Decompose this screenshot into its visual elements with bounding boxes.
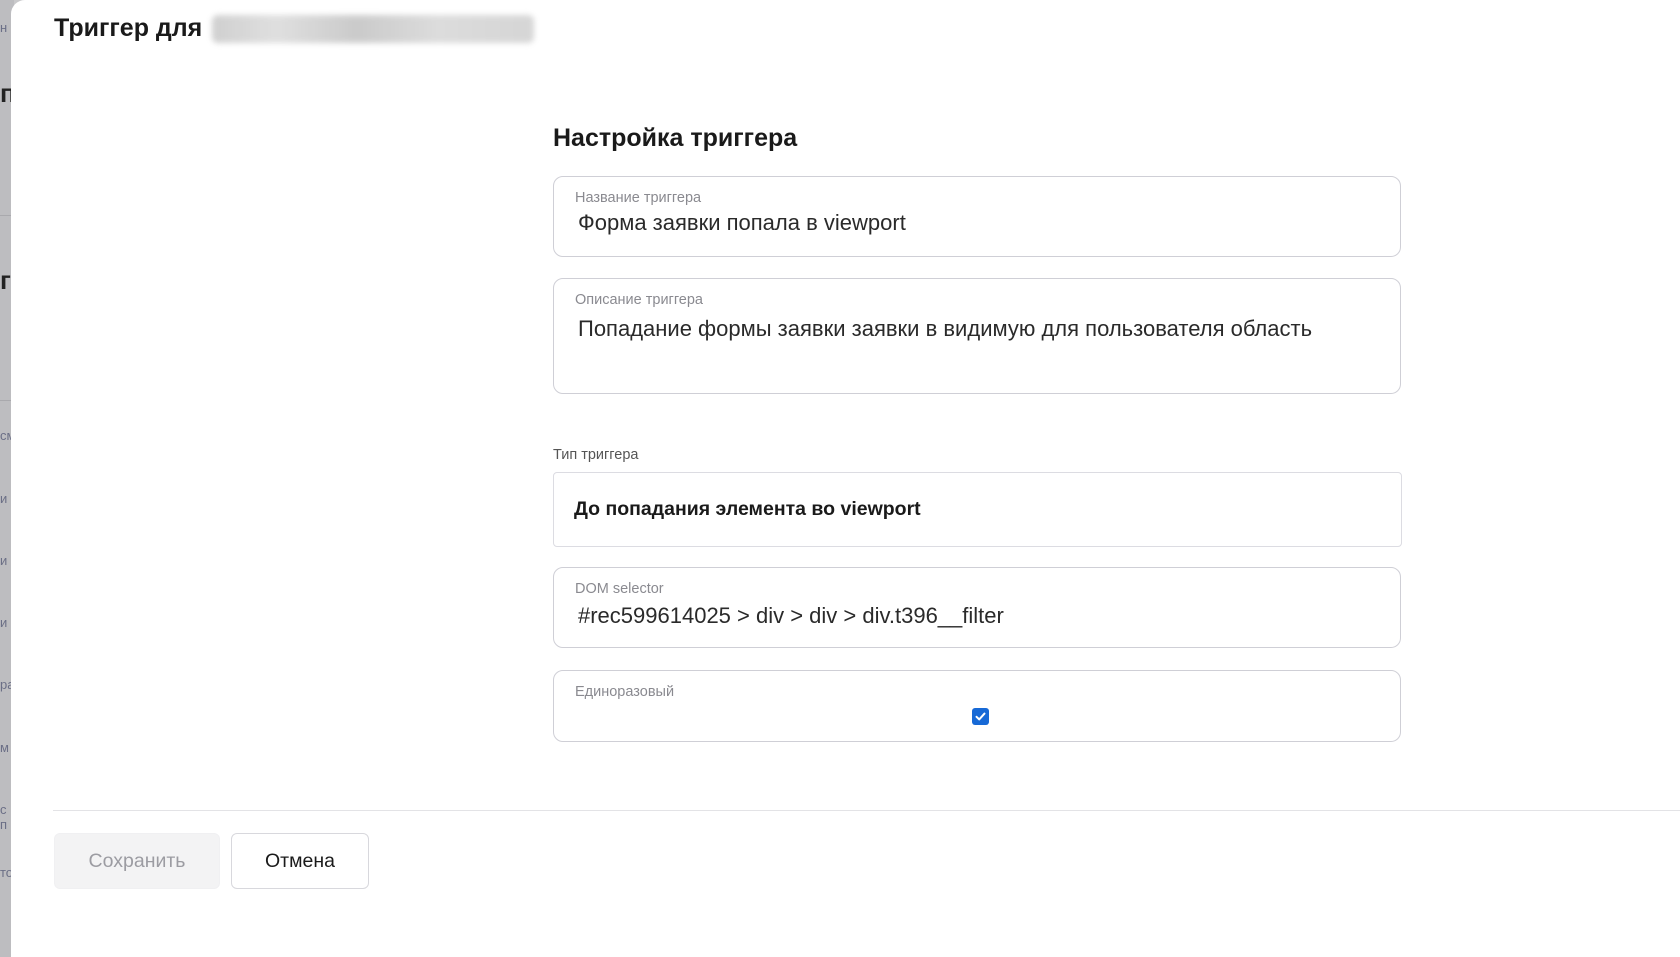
drawer-title: Триггер для (54, 14, 535, 43)
cancel-button[interactable]: Отмена (231, 833, 369, 889)
dom-selector-field[interactable]: DOM selector (553, 567, 1401, 648)
background-text-fragment: и (0, 553, 8, 568)
save-button[interactable]: Сохранить (54, 833, 220, 889)
dom-selector-input[interactable] (578, 603, 1382, 629)
background-text-fragment: м (0, 740, 9, 755)
footer-divider (53, 810, 1680, 811)
dom-selector-label: DOM selector (575, 581, 664, 597)
one-time-label: Единоразовый (575, 684, 675, 700)
trigger-type-selected-value: До попадания элемента во viewport (574, 498, 921, 520)
trigger-type-label: Тип триггера (553, 447, 639, 463)
trigger-settings-form: Настройка триггера Название триггера Опи… (553, 124, 1413, 742)
trigger-description-field[interactable]: Описание триггера Попадание формы заявки… (553, 278, 1401, 394)
drawer-title-text: Триггер для (54, 14, 203, 42)
trigger-description-label: Описание триггера (575, 292, 704, 308)
background-text-fragment: и (0, 491, 8, 506)
trigger-name-field[interactable]: Название триггера (553, 176, 1401, 257)
trigger-name-label: Название триггера (575, 190, 702, 206)
one-time-field: Единоразовый (553, 670, 1401, 742)
background-text-fragment: и (0, 615, 8, 630)
checkmark-icon (975, 712, 986, 721)
redacted-container-name (212, 14, 535, 43)
trigger-name-input[interactable] (578, 210, 1382, 236)
one-time-checkbox[interactable] (972, 708, 989, 725)
trigger-drawer: Триггер для Настройка триггера Название … (11, 0, 1680, 957)
trigger-type-select[interactable]: До попадания элемента во viewport (553, 472, 1402, 547)
background-text-fragment: н (0, 20, 8, 35)
section-title: Настройка триггера (553, 124, 798, 152)
background-text-fragment: г (0, 265, 11, 295)
trigger-description-textarea[interactable]: Попадание формы заявки заявки в видимую … (578, 316, 1382, 342)
